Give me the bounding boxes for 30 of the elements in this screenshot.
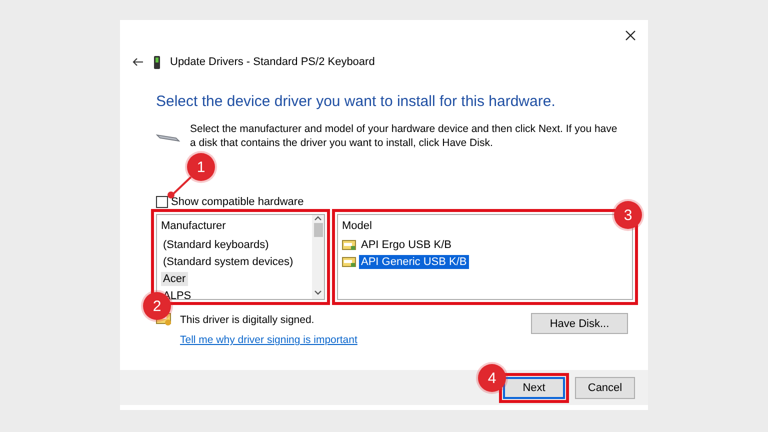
scroll-thumb[interactable]: [314, 223, 322, 237]
list-item[interactable]: (Standard keyboards): [161, 238, 271, 252]
scrollbar[interactable]: [312, 215, 324, 299]
callout-number: 3: [614, 201, 642, 229]
checkbox[interactable]: [156, 196, 168, 208]
driver-icon: [342, 256, 356, 268]
window-title: Update Drivers - Standard PS/2 Keyboard: [170, 56, 375, 68]
leader-line: [168, 176, 192, 198]
scroll-down-icon[interactable]: [314, 290, 322, 296]
list-item[interactable]: Acer: [161, 272, 188, 286]
dialog-button[interactable]: Cancel: [575, 376, 635, 398]
device-icon: [154, 56, 160, 68]
column-header: Model: [342, 219, 373, 234]
driver-signing-link[interactable]: Tell me why driver signing is important: [180, 334, 358, 346]
column-header: Manufacturer: [161, 219, 227, 234]
page-heading: Select the device driver you want to install for this hardware.: [155, 92, 556, 110]
list-item[interactable]: (Standard system devices): [161, 255, 296, 269]
callout-number: 1: [187, 153, 215, 181]
driver-icon: [342, 239, 356, 251]
list-item[interactable]: API Ergo USB K/B: [342, 238, 454, 252]
instructions-text: Select the manufacturer and model of your hardware device and then click Next. If you have a disk that contains the driver you want to install, click Have Disk.: [190, 122, 618, 150]
compatible-hardware-checkbox[interactable]: Show compatible hardware: [156, 196, 304, 208]
scroll-up-icon[interactable]: [314, 215, 322, 221]
have-disk-button[interactable]: Have Disk...: [531, 313, 628, 334]
callout-number: 4: [478, 364, 506, 392]
dialog-button[interactable]: Next: [503, 376, 565, 398]
close-icon[interactable]: [625, 30, 636, 40]
item-label: API Ergo USB K/B: [360, 238, 452, 252]
back-arrow-icon[interactable]: [132, 57, 144, 67]
signature-text: This driver is digitally signed.: [180, 314, 314, 326]
